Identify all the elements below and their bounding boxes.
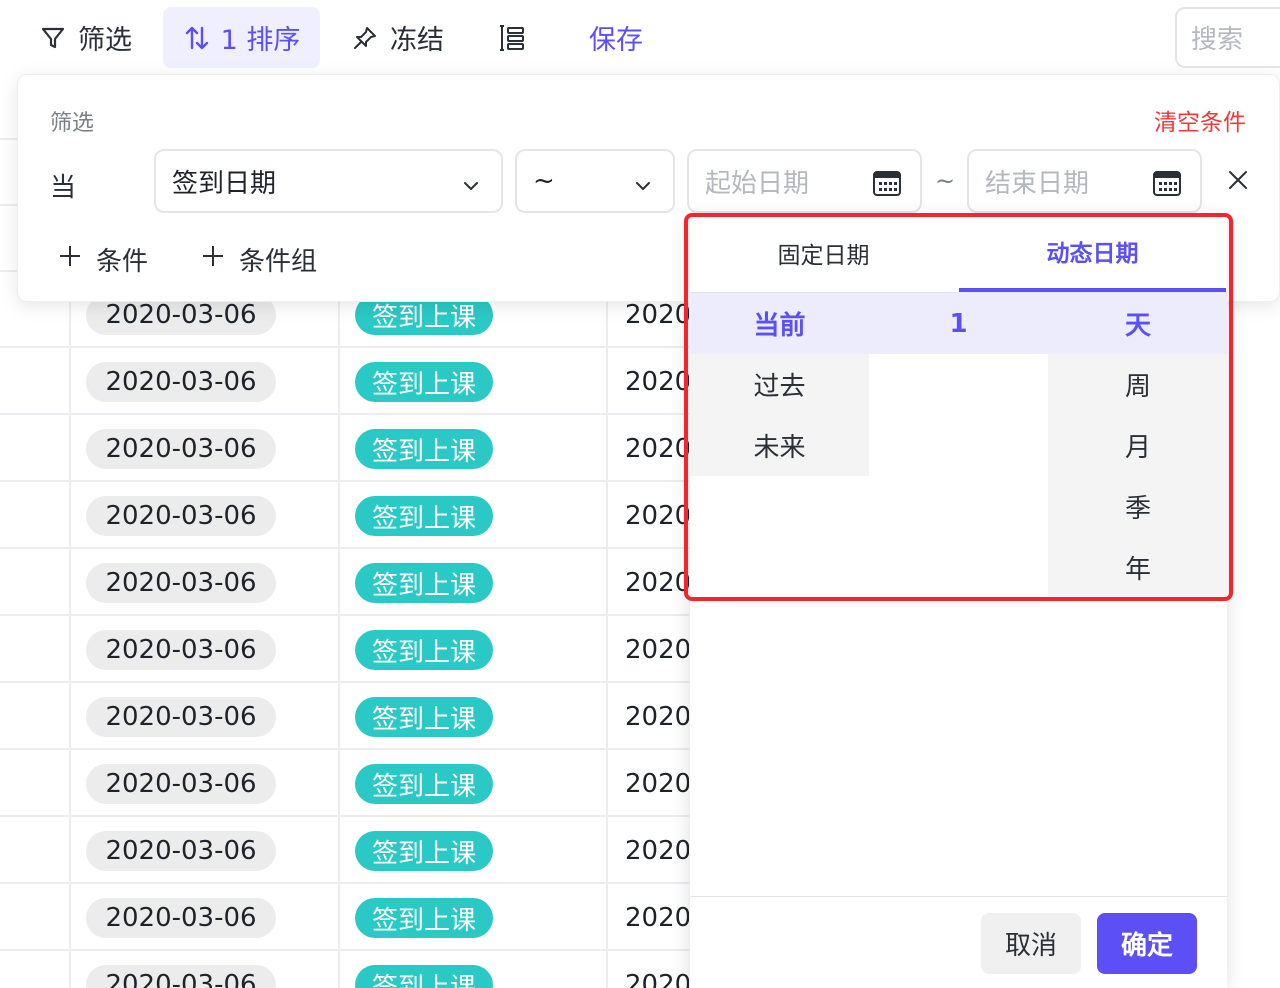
- date-text-cell: 2020: [625, 903, 692, 933]
- save-button[interactable]: 保存: [589, 7, 643, 68]
- status-tag: 签到上课: [355, 898, 493, 938]
- status-tag: 签到上课: [355, 697, 493, 737]
- chevron-down-icon: [633, 173, 653, 203]
- filter-panel-title: 筛选: [50, 111, 95, 136]
- close-icon[interactable]: [1227, 169, 1249, 195]
- filter-icon: [40, 25, 66, 51]
- status-tag: 签到上课: [355, 965, 493, 988]
- operator-select[interactable]: ~: [515, 149, 675, 213]
- add-condition-button[interactable]: 条件: [58, 241, 148, 278]
- sort-icon: [183, 24, 211, 52]
- date-cell: 2020-03-06: [86, 764, 276, 804]
- status-tag: 签到上课: [355, 362, 493, 402]
- unit-option-week[interactable]: 周: [1048, 354, 1228, 415]
- filter-label: 筛选: [78, 25, 132, 56]
- table-row[interactable]: 2020-03-06 签到上课 2020: [0, 750, 700, 817]
- unit-option-year[interactable]: 年: [1048, 537, 1228, 598]
- add-condition-group-button[interactable]: 条件组: [201, 241, 317, 278]
- search-input[interactable]: 搜索: [1175, 7, 1280, 68]
- count-option[interactable]: 1: [869, 293, 1048, 354]
- date-text-cell: 2020: [625, 836, 692, 866]
- relation-option-future[interactable]: 未来: [690, 415, 869, 476]
- filter-button[interactable]: 筛选: [40, 7, 132, 68]
- date-text-cell: 2020: [625, 702, 692, 732]
- row-height-button[interactable]: [497, 7, 527, 68]
- table-row[interactable]: 2020-03-06 签到上课 2020: [0, 884, 700, 951]
- date-cell: 2020-03-06: [86, 362, 276, 402]
- calendar-icon: [872, 169, 902, 204]
- date-cell: 2020-03-06: [86, 496, 276, 536]
- date-text-cell: 2020: [625, 635, 692, 665]
- end-date-input[interactable]: 结束日期: [967, 149, 1202, 213]
- cancel-button[interactable]: 取消: [981, 913, 1081, 974]
- status-tag: 签到上课: [355, 563, 493, 603]
- date-picker-dropdown: 固定日期 动态日期 当前 过去 未来 1 天 周 月 季 年 取消 确定: [689, 214, 1228, 988]
- table-row[interactable]: 2020-03-06 签到上课 2020: [0, 549, 700, 616]
- when-label: 当: [50, 173, 77, 203]
- table-row[interactable]: 2020-03-06 签到上课 2020: [0, 616, 700, 683]
- confirm-button[interactable]: 确定: [1097, 913, 1197, 974]
- field-select-value: 签到日期: [172, 168, 277, 199]
- unit-column: 天 周 月 季 年: [1048, 293, 1228, 598]
- date-cell: 2020-03-06: [86, 563, 276, 603]
- date-cell: 2020-03-06: [86, 630, 276, 670]
- status-tag: 签到上课: [355, 496, 493, 536]
- end-date-placeholder: 结束日期: [985, 168, 1090, 199]
- freeze-button[interactable]: 冻结: [352, 7, 444, 68]
- add-condition-group-label: 条件组: [239, 247, 318, 277]
- unit-option-day[interactable]: 天: [1048, 293, 1228, 354]
- status-tag: 签到上课: [355, 831, 493, 871]
- table-row[interactable]: 2020-03-06 签到上课 2020: [0, 482, 700, 549]
- date-cell: 2020-03-06: [86, 429, 276, 469]
- status-tag: 签到上课: [355, 630, 493, 670]
- chevron-down-icon: [461, 173, 481, 203]
- plus-icon: [201, 244, 225, 275]
- count-column: 1: [869, 293, 1048, 354]
- tab-dynamic-date[interactable]: 动态日期: [959, 214, 1226, 292]
- date-text-cell: 2020: [625, 501, 692, 531]
- sort-label: 1 排序: [220, 25, 301, 56]
- relation-column: 当前 过去 未来: [690, 293, 869, 476]
- start-date-input[interactable]: 起始日期: [687, 149, 922, 213]
- date-text-cell: 2020: [625, 970, 692, 988]
- relation-option-current[interactable]: 当前: [690, 293, 869, 354]
- pin-icon: [352, 25, 378, 51]
- status-tag: 签到上课: [355, 764, 493, 804]
- relation-option-past[interactable]: 过去: [690, 354, 869, 415]
- field-select[interactable]: 签到日期: [154, 149, 503, 213]
- calendar-icon: [1152, 169, 1182, 204]
- operator-select-value: ~: [533, 166, 555, 196]
- table-row[interactable]: 2020-03-06 签到上课 2020: [0, 348, 700, 415]
- divider: [690, 896, 1228, 897]
- table-row[interactable]: 2020-03-06 签到上课 2020: [0, 415, 700, 482]
- date-text-cell: 2020: [625, 568, 692, 598]
- table-row[interactable]: 2020-03-06 签到上课 2020: [0, 683, 700, 750]
- clear-conditions-button[interactable]: 清空条件: [1154, 103, 1246, 137]
- freeze-label: 冻结: [390, 25, 444, 56]
- date-text-cell: 2020: [625, 769, 692, 799]
- row-height-icon: [497, 23, 527, 53]
- add-condition-label: 条件: [96, 247, 149, 277]
- status-tag: 签到上课: [355, 429, 493, 469]
- table-row[interactable]: 2020-03-06 签到上课 2020: [0, 951, 700, 988]
- unit-option-month[interactable]: 月: [1048, 415, 1228, 476]
- date-text-cell: 2020: [625, 434, 692, 464]
- tab-fixed-date[interactable]: 固定日期: [690, 214, 957, 292]
- toolbar: 筛选 1 排序 冻结 保存 搜索: [0, 0, 1280, 74]
- plus-icon: [58, 244, 82, 275]
- sort-button[interactable]: 1 排序: [163, 7, 320, 68]
- range-separator: ~: [935, 167, 956, 195]
- date-cell: 2020-03-06: [86, 697, 276, 737]
- start-date-placeholder: 起始日期: [705, 168, 810, 199]
- date-cell: 2020-03-06: [86, 898, 276, 938]
- date-cell: 2020-03-06: [86, 965, 276, 988]
- date-cell: 2020-03-06: [86, 831, 276, 871]
- table-row[interactable]: 2020-03-06 签到上课 2020: [0, 817, 700, 884]
- date-text-cell: 2020: [625, 367, 692, 397]
- unit-option-quarter[interactable]: 季: [1048, 476, 1228, 537]
